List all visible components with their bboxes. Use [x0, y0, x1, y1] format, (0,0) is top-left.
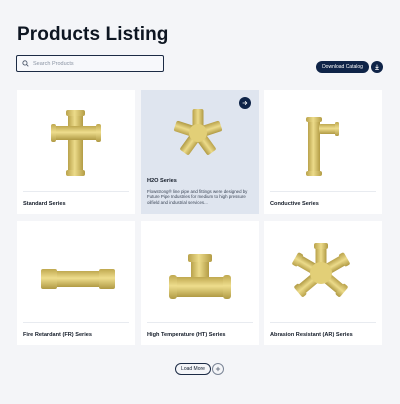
cross-fitting-icon [51, 110, 101, 176]
product-image [17, 221, 135, 316]
product-card-standard[interactable]: Standard Series [17, 90, 135, 214]
divider [23, 322, 129, 323]
arrow-right-icon [242, 100, 248, 106]
tee-fitting-icon [169, 254, 231, 299]
product-image [141, 221, 259, 316]
product-card-conductive[interactable]: Conductive Series [264, 90, 382, 214]
page-title: Products Listing [17, 24, 169, 45]
load-more-plus-button[interactable] [212, 363, 224, 375]
divider [270, 322, 376, 323]
product-image [17, 90, 135, 185]
coupling-icon [41, 269, 115, 289]
divider [23, 191, 129, 192]
product-name[interactable]: H2O Series [147, 178, 177, 184]
divider [147, 322, 253, 323]
product-name[interactable]: High Temperature (HT) Series [147, 332, 226, 338]
product-card-h2o[interactable]: H2O Series Flowstrong® line pipe and fit… [141, 90, 259, 214]
multi-way-fitting-icon [292, 243, 350, 297]
product-image [264, 221, 382, 316]
product-name[interactable]: Standard Series [23, 201, 66, 207]
download-icon-button[interactable] [371, 61, 383, 73]
search-box[interactable] [16, 55, 164, 72]
search-input[interactable] [33, 60, 153, 67]
product-name[interactable]: Conductive Series [270, 201, 319, 207]
product-image [264, 90, 382, 185]
view-product-button[interactable] [239, 97, 251, 109]
product-card-abrasion-resistant[interactable]: Abrasion Resistant (AR) Series [264, 221, 382, 345]
divider [270, 191, 376, 192]
product-description: Flowstrong® line pipe and fittings were … [147, 189, 248, 205]
download-icon [375, 64, 379, 70]
product-name[interactable]: Fire Retardant (FR) Series [23, 332, 92, 338]
search-icon [22, 60, 29, 67]
product-card-fire-retardant[interactable]: Fire Retardant (FR) Series [17, 221, 135, 345]
tee-fitting-icon [306, 117, 339, 176]
product-name[interactable]: Abrasion Resistant (AR) Series [270, 332, 353, 338]
download-catalog-button[interactable]: Download Catalog [316, 61, 369, 73]
product-card-high-temperature[interactable]: High Temperature (HT) Series [141, 221, 259, 345]
plus-icon [215, 366, 221, 372]
load-more-button[interactable]: Load More [175, 363, 211, 375]
